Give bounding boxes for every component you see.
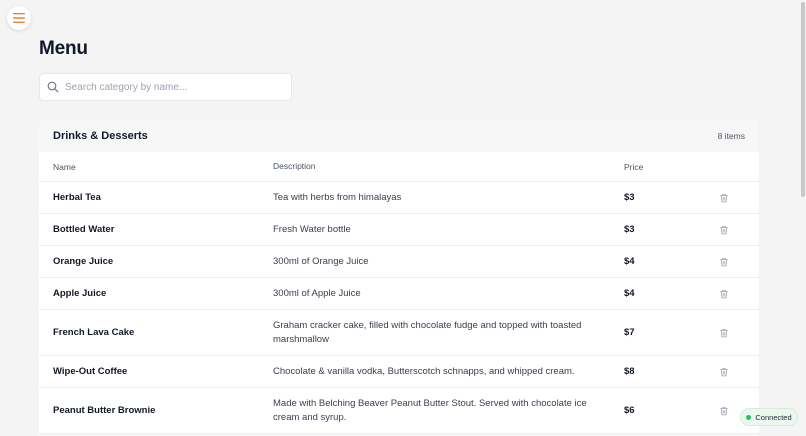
- item-price: $4: [624, 256, 635, 267]
- table-row[interactable]: Orange Juice 300ml of Orange Juice $4: [39, 246, 759, 278]
- page-title: Menu: [39, 38, 88, 59]
- item-name: Bottled Water: [53, 224, 115, 235]
- item-price: $6: [624, 405, 635, 416]
- item-description: Made with Belching Beaver Peanut Butter …: [273, 398, 587, 423]
- table-row[interactable]: Herbal Tea Tea with herbs from himalayas…: [39, 182, 759, 214]
- item-price: $4: [624, 288, 635, 299]
- item-description: Chocolate & vanilla vodka, Butterscotch …: [273, 365, 575, 377]
- search-box[interactable]: [39, 73, 292, 101]
- table-row[interactable]: French Lava Cake Graham cracker cake, fi…: [39, 310, 759, 356]
- column-header-name: Name: [53, 161, 76, 172]
- table-header: Name Description Price: [39, 152, 759, 182]
- hamburger-menu-button[interactable]: [7, 6, 31, 30]
- table-row[interactable]: Peanut Butter Brownie Made with Belching…: [39, 388, 759, 434]
- connection-status-label: Connected: [755, 412, 792, 422]
- menu-table: Name Description Price Herbal Tea Tea wi…: [39, 152, 759, 434]
- page-scrollbar[interactable]: [800, 0, 806, 436]
- item-description: Graham cracker cake, filled with chocola…: [273, 320, 582, 345]
- item-name: Apple Juice: [53, 288, 107, 299]
- item-price: $3: [624, 192, 635, 203]
- item-description: 300ml of Apple Juice: [273, 287, 361, 299]
- item-count: 8 items: [717, 131, 745, 141]
- status-dot-icon: [746, 414, 752, 420]
- item-name: French Lava Cake: [53, 327, 135, 338]
- trash-icon[interactable]: [719, 289, 729, 299]
- item-name: Herbal Tea: [53, 192, 101, 203]
- item-description: Fresh Water bottle: [273, 223, 351, 235]
- item-name: Peanut Butter Brownie: [53, 405, 156, 416]
- table-row[interactable]: Bottled Water Fresh Water bottle $3: [39, 214, 759, 246]
- connection-status-badge: Connected: [740, 408, 798, 426]
- trash-icon[interactable]: [719, 367, 729, 377]
- hamburger-icon: [13, 13, 25, 23]
- category-title: Drinks & Desserts: [53, 130, 148, 142]
- category-card: Drinks & Desserts 8 items Name Descripti…: [39, 120, 759, 436]
- column-header-price: Price: [624, 161, 644, 172]
- search-icon: [47, 81, 59, 93]
- search-input[interactable]: [65, 81, 285, 93]
- trash-icon[interactable]: [719, 406, 729, 416]
- trash-icon[interactable]: [719, 225, 729, 235]
- trash-icon[interactable]: [719, 193, 729, 203]
- table-row[interactable]: Wipe-Out Coffee Chocolate & vanilla vodk…: [39, 356, 759, 388]
- item-price: $3: [624, 224, 635, 235]
- column-header-description: Description: [273, 160, 316, 171]
- item-name: Wipe-Out Coffee: [53, 366, 128, 377]
- item-name: Orange Juice: [53, 256, 114, 267]
- trash-icon[interactable]: [719, 328, 729, 338]
- item-description: Tea with herbs from himalayas: [273, 191, 402, 203]
- trash-icon[interactable]: [719, 257, 729, 267]
- scrollbar-thumb[interactable]: [801, 2, 805, 197]
- item-price: $7: [624, 327, 635, 338]
- item-price: $8: [624, 366, 635, 377]
- table-row[interactable]: Apple Juice 300ml of Apple Juice $4: [39, 278, 759, 310]
- category-header: Drinks & Desserts 8 items: [39, 120, 759, 152]
- item-description: 300ml of Orange Juice: [273, 255, 369, 267]
